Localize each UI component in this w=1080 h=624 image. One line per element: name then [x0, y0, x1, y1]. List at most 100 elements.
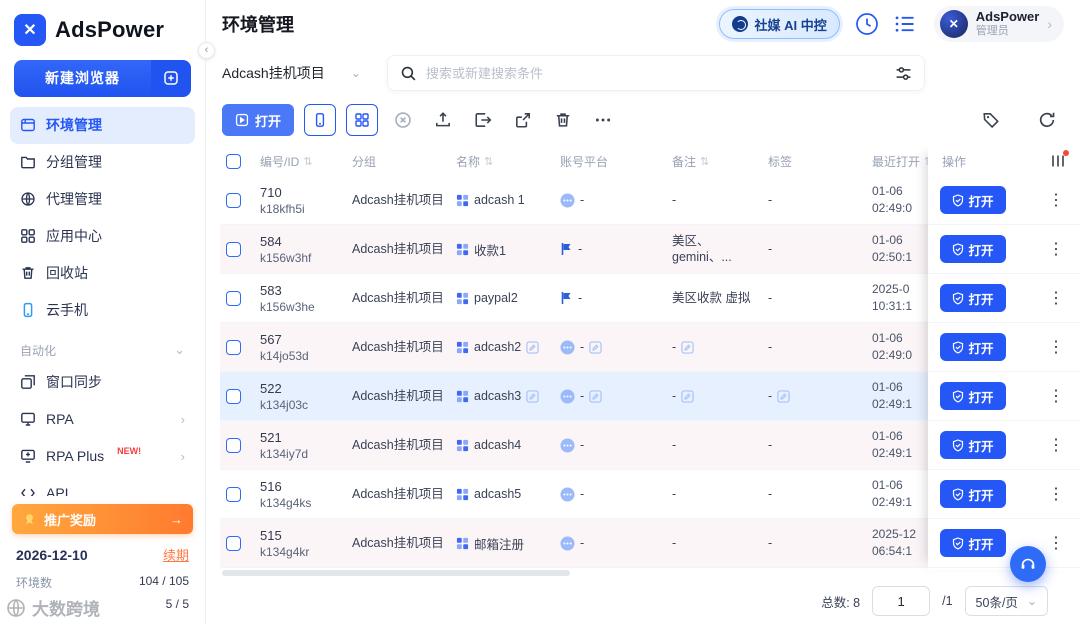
trash-icon — [556, 113, 570, 127]
group-filter-select[interactable]: Adcash挂机项目 ⌄ — [222, 63, 367, 83]
open-profile-button[interactable]: 打开 — [940, 333, 1006, 361]
shield-check-icon — [953, 438, 964, 452]
batch-device-button[interactable] — [304, 104, 337, 136]
globe-icon — [21, 192, 35, 206]
new-browser-button[interactable]: 新建浏览器 — [14, 60, 151, 97]
tags-cell: - — [768, 438, 773, 452]
name-cell: adcash3 — [456, 389, 560, 403]
row-more-icon[interactable]: ⋮ — [1044, 533, 1068, 553]
sidebar-item-trash[interactable]: 回收站 — [10, 255, 195, 292]
task-list-button[interactable] — [894, 11, 920, 37]
sidebar-item-apps[interactable]: 应用中心 — [10, 218, 195, 255]
sidebar-item-api[interactable]: API — [10, 475, 195, 496]
edit-platform-icon[interactable] — [589, 389, 602, 403]
row-more-icon[interactable]: ⋮ — [1044, 386, 1068, 406]
sidebar-item-cloud-phone[interactable]: 云手机 — [10, 292, 195, 329]
advanced-filter-icon[interactable] — [895, 65, 912, 82]
select-all-checkbox[interactable] — [226, 153, 241, 169]
open-profile-button[interactable]: 打开 — [940, 186, 1006, 214]
sidebar-item-rpa[interactable]: RPA › — [10, 401, 195, 438]
shield-check-icon — [953, 242, 964, 256]
platform-dot-icon — [560, 536, 575, 550]
sidebar-item-window-sync[interactable]: 窗口同步 — [10, 364, 195, 401]
sidebar-item-groups[interactable]: 分组管理 — [10, 144, 195, 181]
share-button[interactable] — [508, 105, 538, 135]
sidebar-item-proxies[interactable]: 代理管理 — [10, 181, 195, 218]
support-float-button[interactable] — [1010, 546, 1046, 582]
avatar: ✕ — [939, 10, 968, 38]
shield-check-icon — [953, 193, 964, 207]
row-actions: 打开 ⋮ — [928, 470, 1080, 519]
row-checkbox[interactable] — [226, 192, 241, 208]
open-profile-button[interactable]: 打开 — [940, 480, 1006, 508]
column-id[interactable]: 编号/ID ⇅ — [260, 153, 352, 170]
row-checkbox[interactable] — [226, 290, 241, 306]
download-center-button[interactable] — [854, 11, 880, 37]
sidebar-item-rpa-plus[interactable]: RPA Plus NEW! › — [10, 438, 195, 475]
page-size-select[interactable]: 50条/页 ⌄ — [964, 586, 1048, 616]
row-more-icon[interactable]: ⋮ — [1044, 435, 1068, 455]
column-name[interactable]: 名称 ⇅ — [456, 153, 560, 170]
column-settings-icon[interactable] — [1050, 150, 1069, 169]
search-input[interactable] — [426, 65, 886, 81]
row-checkbox[interactable] — [226, 437, 241, 453]
social-ai-control-button[interactable]: 社媒 AI 中控 — [718, 9, 840, 39]
tags-cell: - — [768, 487, 773, 501]
refresh-button[interactable] — [1032, 105, 1062, 135]
sort-icon[interactable]: ⇅ — [303, 155, 312, 168]
edit-tags-icon[interactable] — [777, 389, 790, 403]
row-checkbox[interactable] — [226, 241, 241, 257]
tag-manage-button[interactable] — [976, 105, 1006, 135]
id-cell: 516 k134g4ks — [260, 478, 312, 510]
user-name: AdsPower — [975, 9, 1040, 25]
close-all-button[interactable] — [388, 105, 418, 135]
column-note[interactable]: 备注 ⇅ — [672, 153, 768, 170]
arrange-windows-button[interactable] — [346, 104, 379, 136]
sidebar-collapse-button[interactable]: ‹ — [198, 42, 215, 59]
row-more-icon[interactable]: ⋮ — [1044, 239, 1068, 259]
open-selected-button[interactable]: 打开 — [222, 104, 295, 136]
delete-button[interactable] — [548, 105, 578, 135]
row-checkbox[interactable] — [226, 388, 241, 404]
edit-note-icon[interactable] — [681, 340, 694, 354]
row-more-icon[interactable]: ⋮ — [1044, 337, 1068, 357]
upload-icon — [436, 112, 450, 127]
open-profile-button[interactable]: 打开 — [940, 284, 1006, 312]
group-cell: Adcash挂机项目 — [352, 241, 444, 256]
sort-icon[interactable]: ⇅ — [700, 155, 709, 168]
open-profile-button[interactable]: 打开 — [940, 382, 1006, 410]
horizontal-scrollbar[interactable] — [222, 570, 570, 576]
edit-name-icon[interactable] — [526, 389, 539, 403]
browser-kernel-icon — [456, 439, 469, 451]
filter-row: Adcash挂机项目 ⌄ — [206, 48, 1080, 100]
import-button[interactable] — [428, 105, 458, 135]
edit-note-icon[interactable] — [681, 389, 694, 403]
row-more-icon[interactable]: ⋮ — [1044, 288, 1068, 308]
row-checkbox[interactable] — [226, 339, 241, 355]
browser-kernel-icon — [456, 488, 469, 500]
promo-banner[interactable]: 推广奖励 → — [12, 504, 193, 534]
column-group[interactable]: 分组 — [352, 153, 456, 170]
edit-platform-icon[interactable] — [589, 340, 602, 354]
row-checkbox[interactable] — [226, 486, 241, 502]
open-profile-button[interactable]: 打开 — [940, 235, 1006, 263]
open-profile-button[interactable]: 打开 — [940, 529, 1006, 557]
quick-create-button[interactable] — [151, 60, 191, 97]
user-profile-menu[interactable]: ✕ AdsPower 管理员 › — [933, 6, 1064, 42]
row-more-icon[interactable]: ⋮ — [1044, 190, 1068, 210]
export-button[interactable] — [468, 105, 498, 135]
page-number-input[interactable] — [872, 586, 931, 616]
edit-name-icon[interactable] — [526, 340, 539, 354]
column-platform[interactable]: 账号平台 — [560, 153, 672, 170]
row-checkbox[interactable] — [226, 535, 241, 551]
column-tags[interactable]: 标签 — [768, 153, 872, 170]
automation-section-label[interactable]: 自动化 ⌄ — [10, 329, 195, 364]
open-profile-button[interactable]: 打开 — [940, 431, 1006, 459]
sidebar-item-environment[interactable]: 环境管理 — [10, 106, 195, 144]
note-cell: 美区收款 虚拟 — [672, 290, 751, 305]
sort-icon[interactable]: ⇅ — [484, 155, 493, 168]
row-more-icon[interactable]: ⋮ — [1044, 484, 1068, 504]
launch-window-icon — [235, 113, 249, 127]
renew-link[interactable]: 续期 — [163, 545, 189, 564]
more-actions-button[interactable] — [588, 105, 618, 135]
